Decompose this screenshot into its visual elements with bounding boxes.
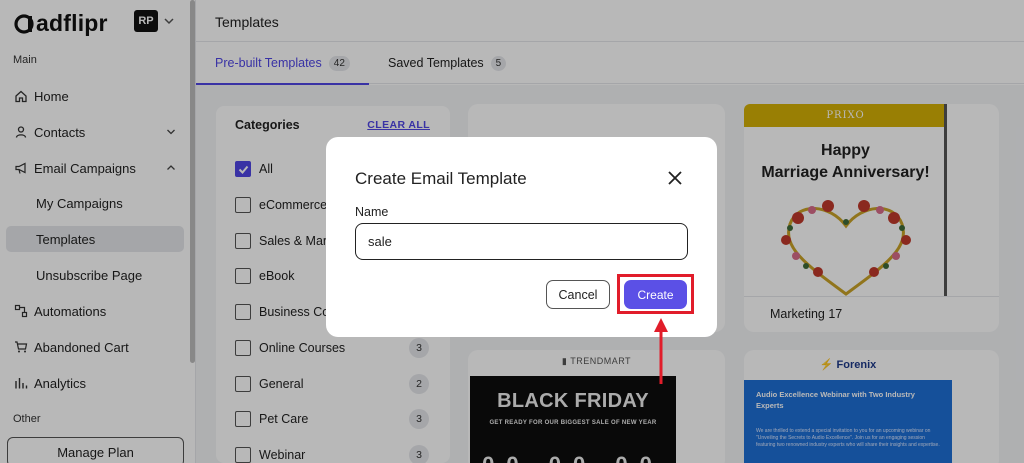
arrow-up-icon (654, 318, 668, 384)
create-button-highlight (617, 274, 694, 314)
modal-title: Create Email Template (355, 169, 527, 188)
close-icon[interactable] (666, 169, 684, 187)
template-name-input[interactable] (355, 223, 688, 260)
name-label: Name (355, 205, 389, 219)
cancel-button[interactable]: Cancel (546, 280, 610, 309)
